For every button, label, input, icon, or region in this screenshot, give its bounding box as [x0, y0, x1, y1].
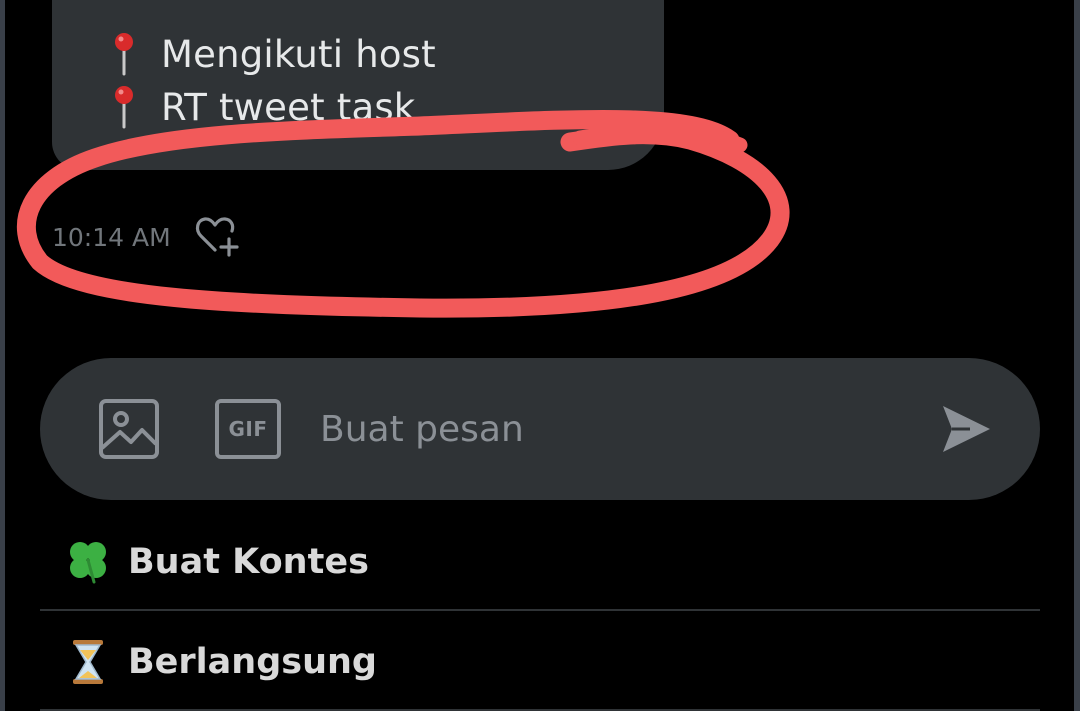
menu-item-berlangsung[interactable]: Berlangsung: [40, 614, 1040, 710]
message-input[interactable]: [320, 400, 880, 458]
gif-icon-label: GIF: [228, 417, 268, 441]
hourglass-icon: [73, 640, 103, 684]
message-line: Mengikuti host: [112, 27, 436, 81]
send-icon[interactable]: [940, 402, 992, 456]
message-meta: 10:14 AM: [52, 214, 243, 260]
message-line-text: RT tweet task: [161, 85, 416, 129]
left-frame-edge: [0, 0, 5, 711]
menu-item-buat-kontes[interactable]: Buat Kontes: [40, 514, 1040, 610]
right-frame-edge: [1074, 0, 1080, 711]
message-composer: GIF: [40, 358, 1040, 500]
message-line-text: Mengikuti host: [161, 32, 436, 76]
add-reaction-heart-icon[interactable]: [193, 214, 243, 260]
menu-item-label: Buat Kontes: [128, 542, 369, 582]
round-pushpin-icon: [115, 86, 133, 129]
dm-conversation-screen: Mengikuti host RT tweet task 10:14 AM GI…: [0, 0, 1080, 711]
message-line: RT tweet task: [112, 80, 415, 134]
gif-icon[interactable]: GIF: [215, 399, 281, 459]
image-icon[interactable]: [98, 398, 160, 460]
message-timestamp: 10:14 AM: [52, 222, 171, 252]
round-pushpin-icon: [115, 33, 133, 76]
menu-divider: [40, 609, 1040, 611]
menu-item-label: Berlangsung: [128, 642, 377, 682]
clover-icon: [70, 542, 106, 584]
message-bubble: Mengikuti host RT tweet task: [52, 0, 664, 170]
